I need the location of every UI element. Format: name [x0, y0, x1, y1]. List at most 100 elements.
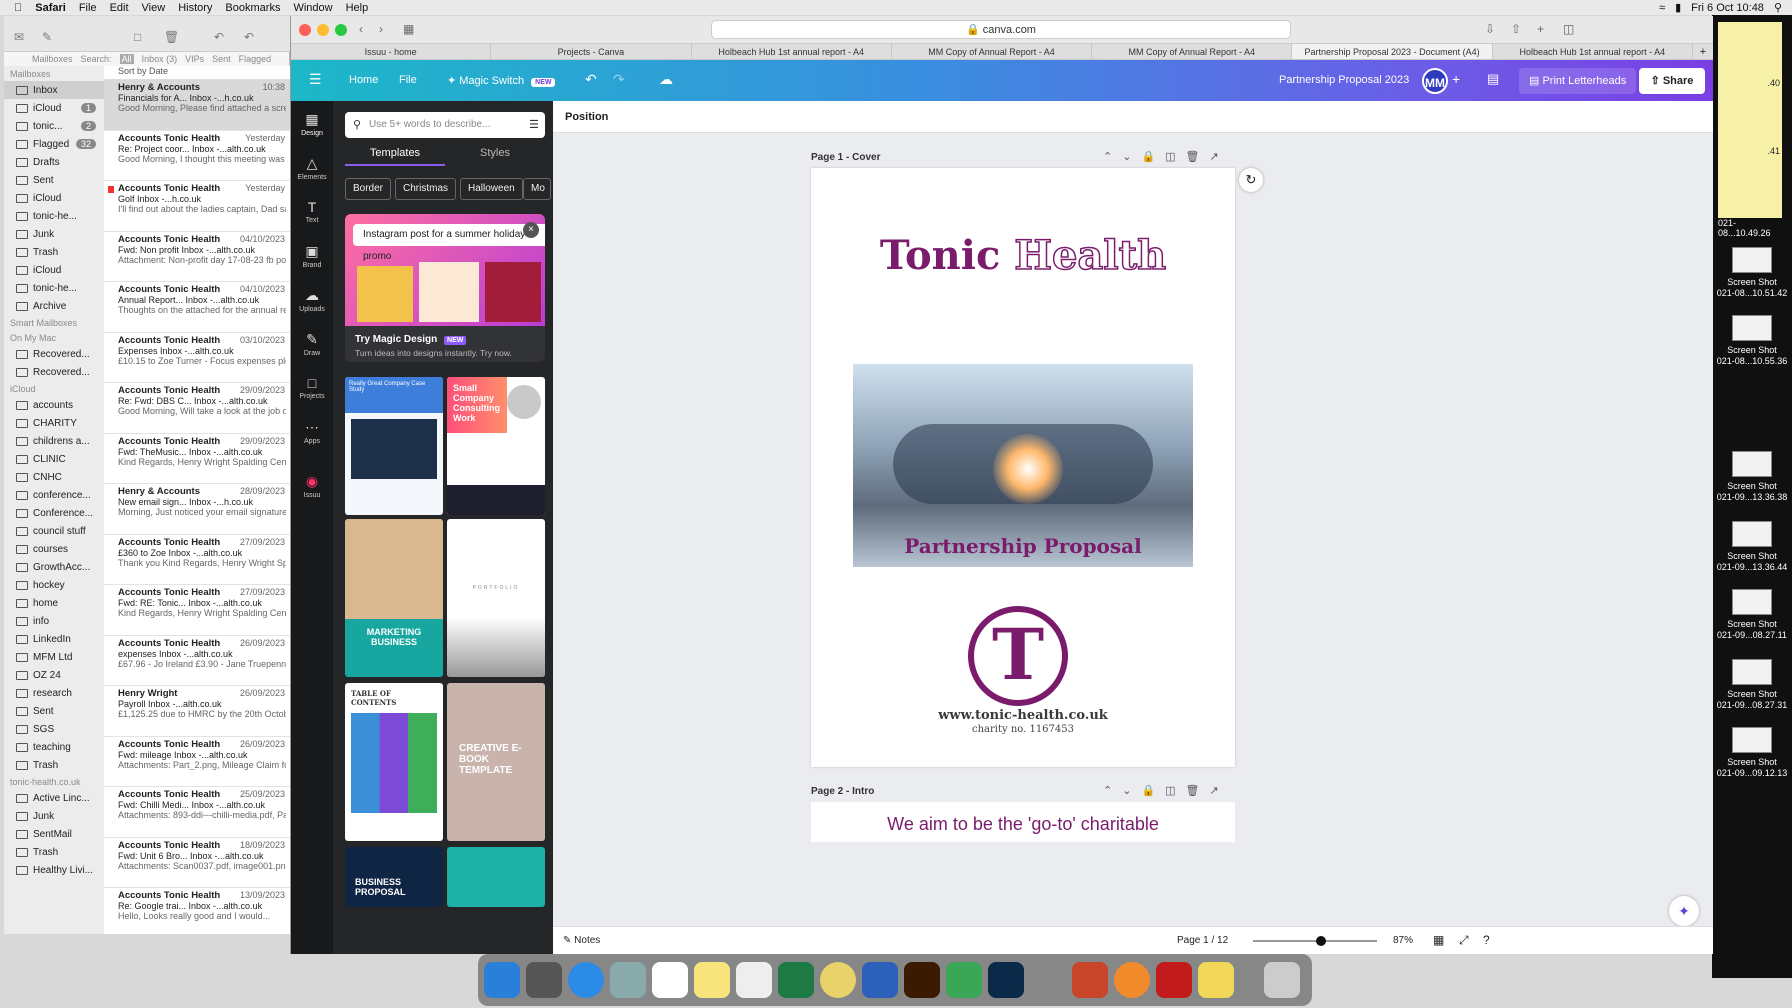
filter-icon[interactable]: ☰: [529, 118, 539, 131]
sidebar-mailbox[interactable]: research: [4, 684, 104, 702]
sidebar-mailbox[interactable]: Recovered...: [4, 345, 104, 363]
chevron-up-icon[interactable]: ⌃: [1103, 151, 1122, 163]
sidebar-mailbox[interactable]: SentMail: [4, 825, 104, 843]
sidebar-mailbox[interactable]: iCloud: [4, 189, 104, 207]
close-window-button[interactable]: [299, 24, 311, 36]
document-title[interactable]: Partnership Proposal 2023: [1279, 74, 1409, 86]
message-row[interactable]: Henry & Accounts 28/09/2023 New email sign…: [104, 484, 290, 535]
sidebar-mailbox[interactable]: Sent: [4, 702, 104, 720]
sidebar-mailbox[interactable]: Healthy Livi...: [4, 861, 104, 879]
page-2-text[interactable]: We aim to be the 'go-to' charitable: [811, 814, 1235, 835]
message-row[interactable]: Accounts Tonic Health 25/09/2023 Fwd: Chil…: [104, 787, 290, 838]
menu-hamburger-icon[interactable]: ☰: [309, 71, 322, 88]
sidebar-mailbox[interactable]: childrens a...: [4, 432, 104, 450]
rail-design[interactable]: ▦ Design: [291, 111, 333, 137]
new-tab-button[interactable]: +: [1693, 44, 1713, 59]
share-icon[interactable]: ⇧: [1511, 22, 1521, 36]
scope-flagged[interactable]: Flagged: [239, 54, 272, 64]
forward-icon[interactable]: ›: [379, 22, 383, 36]
notes-app-icon[interactable]: [694, 962, 730, 998]
powerpoint-icon[interactable]: [1072, 962, 1108, 998]
file-menu-button[interactable]: File: [399, 74, 417, 86]
template-search-input[interactable]: Use 5+ words to describe...: [345, 112, 545, 138]
sidebar-mailbox[interactable]: info: [4, 612, 104, 630]
menu-window[interactable]: Window: [293, 2, 332, 14]
minimize-window-button[interactable]: [317, 24, 329, 36]
browser-tab[interactable]: MM Copy of Annual Report - A4: [1092, 44, 1293, 59]
duplicate-icon[interactable]: ◫: [1165, 785, 1185, 797]
desktop-screenshot-file[interactable]: Screen Shot 021-08...10.55.36: [1712, 315, 1792, 367]
zoom-slider[interactable]: [1253, 936, 1377, 946]
wifi-icon[interactable]: ≈: [1659, 2, 1665, 14]
trash-icon[interactable]: 🗑: [1186, 151, 1210, 163]
new-tab-icon[interactable]: +: [1537, 22, 1544, 36]
menu-file[interactable]: File: [79, 2, 97, 14]
desktop-screenshot-file[interactable]: Screen Shot 021-09...08.27.11: [1712, 589, 1792, 641]
system-preferences-icon[interactable]: [1030, 962, 1066, 998]
chip-christmas[interactable]: Christmas: [395, 178, 457, 200]
rail-projects[interactable]: □ Projects: [291, 375, 333, 400]
sidebar-mailbox[interactable]: council stuff: [4, 522, 104, 540]
tonic-health-heading[interactable]: Tonic Health: [811, 231, 1235, 280]
magic-switch-button[interactable]: ✦ Magic Switch NEW: [447, 74, 556, 87]
tab-styles[interactable]: Styles: [445, 147, 545, 159]
menu-help[interactable]: Help: [346, 2, 369, 14]
help-icon[interactable]: ?: [1483, 933, 1490, 947]
message-row[interactable]: Henry & Accounts 10:38 Financials for A...…: [104, 80, 290, 131]
archive-icon[interactable]: □: [134, 30, 141, 44]
magic-assistant-icon[interactable]: ✦: [1669, 896, 1699, 926]
share-button[interactable]: ⇧ Share: [1639, 68, 1705, 94]
sidebar-mailbox[interactable]: CLINIC: [4, 450, 104, 468]
template-thumb[interactable]: MARKETING BUSINESS: [345, 519, 443, 677]
scope-mailboxes[interactable]: Mailboxes: [32, 54, 73, 64]
scope-vips[interactable]: VIPs: [185, 54, 204, 64]
sidebar-mailbox[interactable]: CNHC: [4, 468, 104, 486]
chevron-down-icon[interactable]: ⌄: [1122, 151, 1141, 163]
google-drive-icon[interactable]: [946, 962, 982, 998]
grid-view-icon[interactable]: ▦: [1433, 933, 1444, 947]
photos-icon[interactable]: [820, 962, 856, 998]
zoom-level[interactable]: 87%: [1393, 935, 1413, 946]
sidebar-mailbox[interactable]: iCloud: [4, 261, 104, 279]
sidebar-mailbox[interactable]: hockey: [4, 576, 104, 594]
chevron-up-icon[interactable]: ⌃: [1103, 785, 1122, 797]
sidebar-mailbox[interactable]: Trash: [4, 243, 104, 261]
safari-icon[interactable]: [568, 962, 604, 998]
browser-tab[interactable]: Partnership Proposal 2023 - Document (A4…: [1292, 44, 1493, 59]
sidebar-mailbox[interactable]: MFM Ltd: [4, 648, 104, 666]
menu-history[interactable]: History: [178, 2, 212, 14]
partnership-proposal-text[interactable]: Partnership Proposal: [853, 534, 1193, 558]
template-thumb[interactable]: Really Great Company Case Study: [345, 377, 443, 515]
finder-icon[interactable]: [484, 962, 520, 998]
template-thumb[interactable]: PORTFOLIO: [447, 519, 545, 677]
sidebar-mailbox[interactable]: Junk: [4, 225, 104, 243]
zoom-window-button[interactable]: [335, 24, 347, 36]
add-page-icon[interactable]: ↗: [1210, 151, 1229, 163]
rail-issuu[interactable]: ◉ Issuu: [291, 473, 333, 499]
undo-icon[interactable]: ↶: [585, 71, 597, 88]
sidebar-mailbox[interactable]: Drafts: [4, 153, 104, 171]
reply-all-icon[interactable]: ↶: [244, 30, 254, 44]
page-indicator[interactable]: Page 1 / 12: [1177, 935, 1228, 946]
menu-clock[interactable]: Fri 6 Oct 10:48: [1691, 2, 1764, 14]
firefox-icon[interactable]: [1114, 962, 1150, 998]
duplicate-icon[interactable]: ◫: [1165, 151, 1185, 163]
excel-icon[interactable]: [778, 962, 814, 998]
template-thumb[interactable]: BUSINESS PROPOSAL: [345, 847, 443, 907]
stickies-icon[interactable]: [1198, 962, 1234, 998]
insights-icon[interactable]: ▤: [1487, 71, 1499, 87]
mail-icon[interactable]: [610, 962, 646, 998]
download-icon[interactable]: ⇩: [1485, 22, 1495, 36]
battery-icon[interactable]: ▮: [1675, 1, 1681, 14]
sidebar-mailbox[interactable]: LinkedIn: [4, 630, 104, 648]
rail-uploads[interactable]: ☁ Uploads: [291, 287, 333, 313]
sidebar-mailbox[interactable]: tonic-he...: [4, 207, 104, 225]
redo-icon[interactable]: ↷: [613, 71, 625, 88]
illustrator-icon[interactable]: [904, 962, 940, 998]
sidebar-mailbox[interactable]: SGS: [4, 720, 104, 738]
message-row[interactable]: Accounts Tonic Health 29/09/2023 Re: Fwd: …: [104, 383, 290, 434]
search-icon[interactable]: ⚲: [1774, 1, 1782, 14]
sidebar-mailbox[interactable]: Inbox: [4, 81, 104, 99]
trash-icon[interactable]: 🗑: [164, 30, 179, 44]
template-thumb[interactable]: Small Company Consulting Work: [447, 377, 545, 515]
